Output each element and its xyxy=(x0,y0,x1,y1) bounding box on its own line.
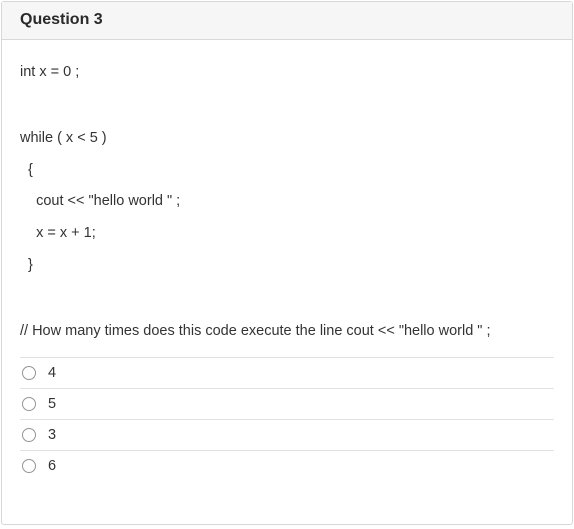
option-row[interactable]: 4 xyxy=(20,358,554,389)
option-row[interactable]: 3 xyxy=(20,420,554,451)
code-line-5: x = x + 1; xyxy=(20,223,554,245)
radio-option-3[interactable] xyxy=(22,428,36,442)
option-label: 5 xyxy=(48,396,56,412)
question-text: // How many times does this code execute… xyxy=(20,323,554,339)
option-label: 4 xyxy=(48,365,56,381)
option-label: 6 xyxy=(48,458,56,474)
radio-option-2[interactable] xyxy=(22,397,36,411)
code-line-2: while ( x < 5 ) xyxy=(20,128,554,150)
code-line-4: cout << "hello world " ; xyxy=(20,191,554,213)
card-header: Question 3 xyxy=(2,2,572,40)
option-row[interactable]: 6 xyxy=(20,451,554,481)
radio-option-1[interactable] xyxy=(22,366,36,380)
spacer xyxy=(20,277,554,323)
code-line-6: } xyxy=(20,255,554,277)
code-line-1: int x = 0 ; xyxy=(20,62,554,84)
options-list: 4 5 3 6 xyxy=(20,357,554,481)
spacer xyxy=(20,84,554,128)
code-block: int x = 0 ; while ( x < 5 ) { cout << "h… xyxy=(20,62,554,277)
question-title: Question 3 xyxy=(20,11,103,28)
card-body: int x = 0 ; while ( x < 5 ) { cout << "h… xyxy=(2,40,572,485)
code-line-3: { xyxy=(20,160,554,182)
option-label: 3 xyxy=(48,427,56,443)
question-card: Question 3 int x = 0 ; while ( x < 5 ) {… xyxy=(1,1,573,525)
option-row[interactable]: 5 xyxy=(20,389,554,420)
radio-option-4[interactable] xyxy=(22,459,36,473)
